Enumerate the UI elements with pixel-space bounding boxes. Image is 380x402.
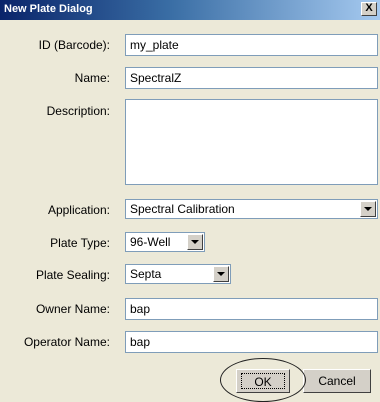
plate-type-value: 96-Well bbox=[130, 235, 171, 249]
owner-label: Owner Name: bbox=[35, 302, 110, 316]
plate-type-select[interactable]: 96-Well bbox=[125, 232, 205, 252]
plate-sealing-select[interactable]: Septa bbox=[125, 264, 231, 284]
description-label: Description: bbox=[46, 104, 110, 118]
application-select[interactable]: Spectral Calibration bbox=[125, 199, 378, 219]
plate-type-label: Plate Type: bbox=[50, 236, 110, 250]
title-bar: New Plate Dialog X bbox=[0, 0, 380, 20]
new-plate-dialog: New Plate Dialog X ID (Barcode): my_plat… bbox=[0, 0, 380, 402]
chevron-down-icon[interactable] bbox=[187, 234, 203, 250]
owner-input[interactable]: bap bbox=[125, 298, 378, 320]
ok-button[interactable]: OK bbox=[236, 369, 290, 393]
ok-label: OK bbox=[241, 373, 285, 389]
operator-label: Operator Name: bbox=[23, 335, 110, 349]
plate-sealing-label: Plate Sealing: bbox=[35, 268, 110, 282]
name-input[interactable]: SpectralZ bbox=[125, 67, 378, 89]
name-label: Name: bbox=[74, 71, 110, 85]
dialog-title: New Plate Dialog bbox=[4, 3, 93, 15]
chevron-down-icon[interactable] bbox=[360, 201, 376, 217]
operator-input[interactable]: bap bbox=[125, 331, 378, 353]
application-label: Application: bbox=[47, 203, 110, 217]
application-value: Spectral Calibration bbox=[130, 202, 235, 216]
chevron-down-icon[interactable] bbox=[213, 266, 229, 282]
description-textarea[interactable] bbox=[125, 99, 378, 185]
cancel-button[interactable]: Cancel bbox=[303, 369, 371, 393]
id-input[interactable]: my_plate bbox=[125, 34, 378, 56]
plate-sealing-value: Septa bbox=[130, 267, 162, 281]
id-label: ID (Barcode): bbox=[38, 38, 110, 52]
close-button[interactable]: X bbox=[361, 2, 377, 16]
